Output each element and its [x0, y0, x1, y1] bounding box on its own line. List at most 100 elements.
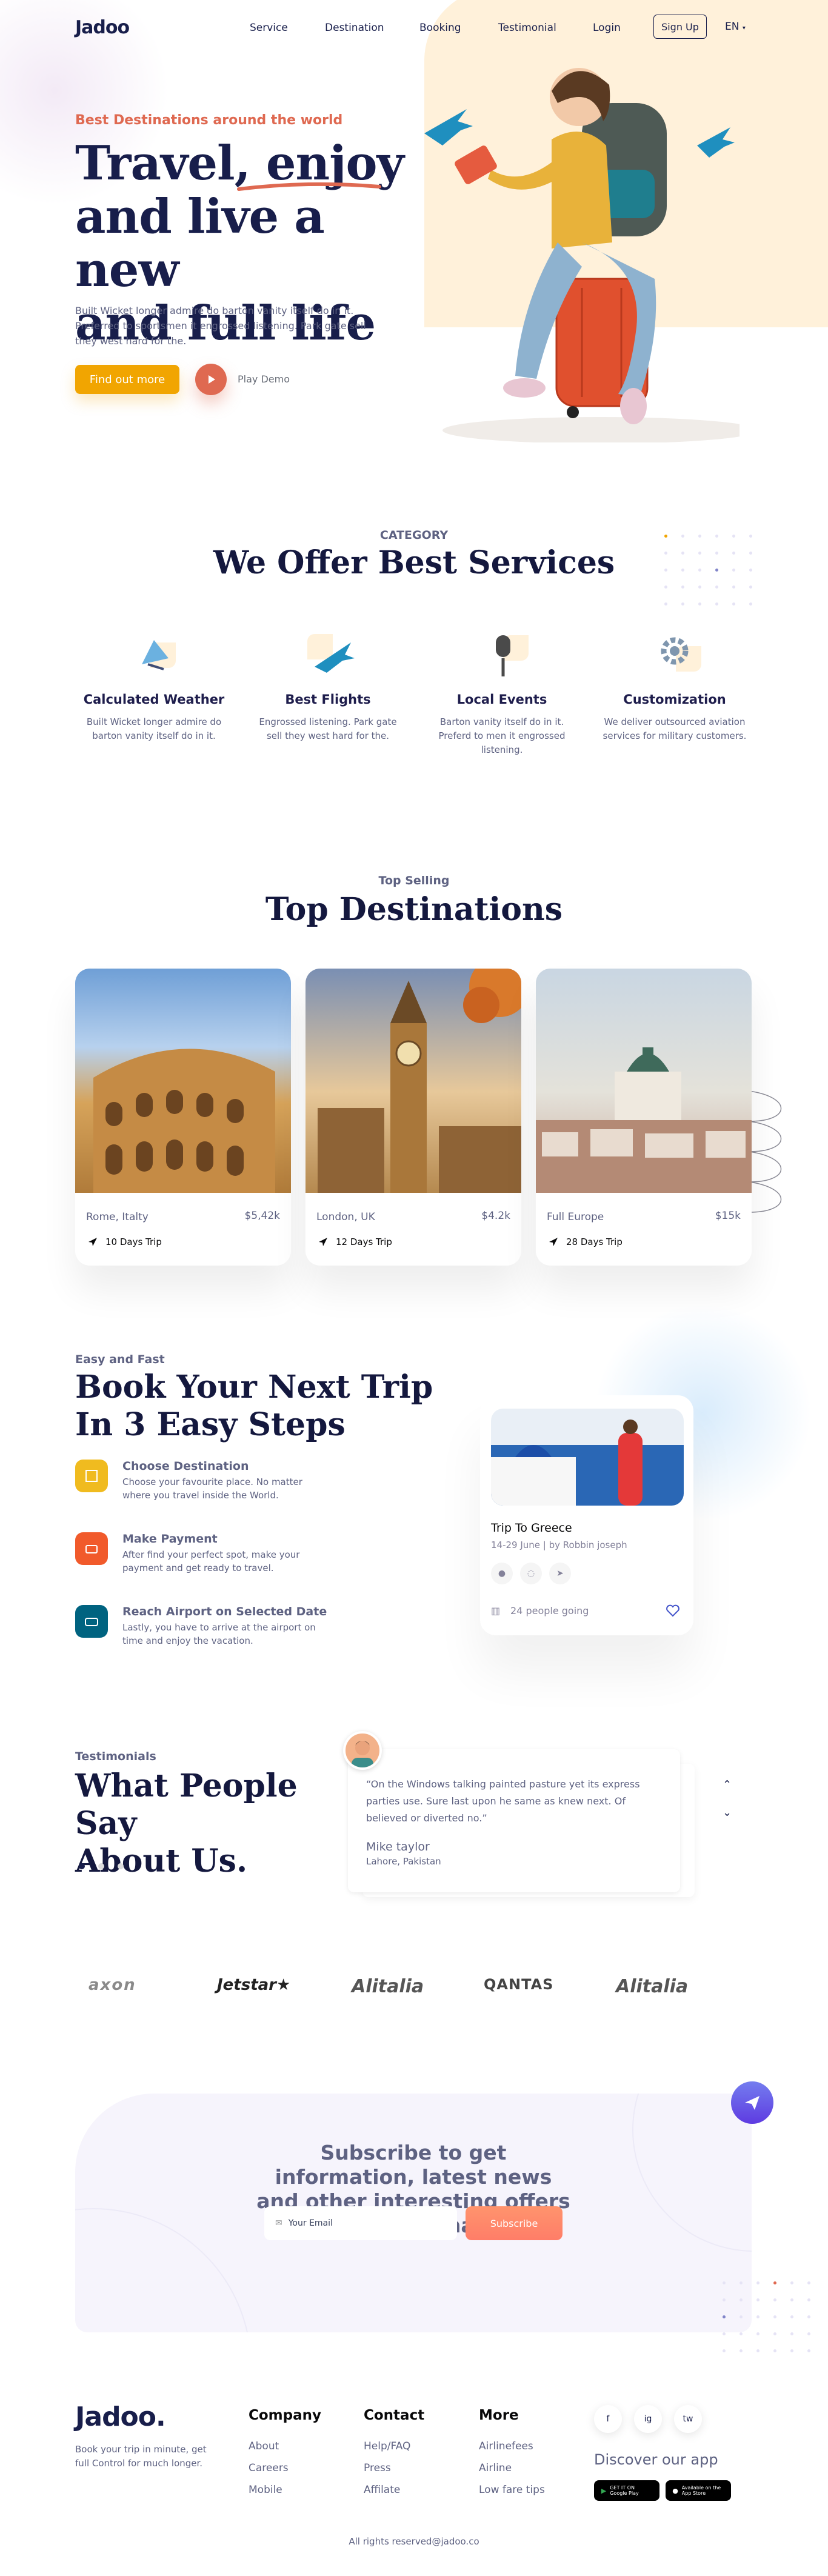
destination-card[interactable]: London, UK $4.2k 12 Days Trip [305, 969, 521, 1266]
testimonial-location: Lahore, Pakistan [366, 1856, 441, 1867]
hero-title-line-2: and live a new [75, 189, 325, 298]
testimonial-name: Mike taylor [366, 1840, 430, 1854]
satellite-dish-icon [125, 628, 183, 686]
service-card-flights[interactable]: Best Flights Engrossed listening. Park g… [255, 628, 401, 743]
leaf-icon[interactable]: ● [491, 1563, 513, 1584]
gear-icon [646, 628, 704, 686]
play-demo-label: Play Demo [238, 373, 290, 385]
subscribe-button[interactable]: Subscribe [466, 2206, 563, 2240]
footer-link-help[interactable]: Help/FAQ [364, 2440, 410, 2452]
footer-heading-company: Company [249, 2407, 321, 2423]
app-store-button[interactable]: ● Available on the App Store [666, 2480, 731, 2501]
microphone-icon [473, 628, 531, 686]
testimonials-title: What People Say About Us. [75, 1767, 354, 1880]
nav-destination[interactable]: Destination [325, 22, 384, 34]
testimonials-caption: Testimonials [75, 1750, 156, 1763]
nav-login[interactable]: Login [593, 22, 621, 34]
navigation-arrow-icon [549, 1238, 558, 1246]
service-text: Built Wicket longer admire do barton van… [86, 716, 222, 741]
footer-heading-contact: Contact [364, 2407, 425, 2423]
navigation-arrow-icon [88, 1238, 97, 1246]
trip-title: Trip To Greece [491, 1521, 572, 1535]
logo[interactable]: Jadoo [75, 17, 130, 38]
pagination-dot-active[interactable] [79, 1863, 85, 1869]
instagram-icon[interactable]: ig [634, 2405, 662, 2433]
service-title: Local Events [456, 692, 547, 707]
footer-link-airlinefees[interactable]: Airlinefees [479, 2440, 533, 2452]
service-card-events[interactable]: Local Events Barton vanity itself do in … [429, 628, 575, 757]
steps-title-line-1: Book Your Next Trip [75, 1369, 433, 1406]
footer-link-press[interactable]: Press [364, 2462, 391, 2474]
destination-card[interactable]: Rome, Italty $5,42k 10 Days Trip [75, 969, 291, 1266]
footer-link-about[interactable]: About [249, 2440, 279, 2452]
step-text: After find your perfect spot, make your … [122, 1549, 300, 1573]
play-demo-button[interactable] [195, 364, 227, 395]
service-title: Calculated Weather [83, 692, 225, 707]
avatar [343, 1731, 382, 1770]
footer-link-low-fare-tips[interactable]: Low fare tips [479, 2484, 545, 2496]
find-out-more-button[interactable]: Find out more [75, 365, 179, 394]
pagination-dot[interactable] [98, 1863, 104, 1869]
google-play-button[interactable]: ▶ GET IT ON Google Play [594, 2480, 659, 2501]
navigation-arrow-icon [319, 1238, 327, 1246]
testimonials-title-line-2: About Us. [75, 1843, 248, 1880]
email-input[interactable]: ✉ Your Email [264, 2206, 457, 2240]
trip-meta: 14-29 June | by Robbin joseph [491, 1540, 627, 1550]
nav-testimonial[interactable]: Testimonial [498, 22, 556, 34]
chevron-down-icon[interactable]: ⌄ [723, 1806, 732, 1819]
chevron-up-icon[interactable]: ⌃ [723, 1778, 732, 1791]
destination-trip: 10 Days Trip [105, 1236, 162, 1247]
language-label: EN [725, 21, 740, 33]
twitter-icon[interactable]: tw [674, 2405, 702, 2433]
footer-link-mobile[interactable]: Mobile [249, 2484, 282, 2496]
london-image [305, 969, 521, 1193]
footer-logo[interactable]: Jadoo. [75, 2401, 166, 2432]
step-title: Reach Airport on Selected Date [122, 1605, 327, 1618]
play-icon [209, 375, 215, 384]
footer-link-affilate[interactable]: Affilate [364, 2484, 400, 2496]
destination-price: $4.2k [481, 1210, 510, 1222]
language-select[interactable]: EN ▾ [725, 21, 746, 33]
nav-booking[interactable]: Booking [419, 22, 461, 34]
testimonials-title-line-1: What People Say [75, 1767, 298, 1842]
destinations-caption: Top Selling [378, 874, 450, 887]
play-store-icon: ▶ [601, 2486, 607, 2495]
service-card-customization[interactable]: Customization We deliver outsourced avia… [602, 628, 747, 743]
email-placeholder: Your Email [288, 2218, 333, 2228]
service-title: Customization [623, 692, 726, 707]
facebook-icon[interactable]: f [594, 2405, 622, 2433]
service-card-weather[interactable]: Calculated Weather Built Wicket longer a… [81, 628, 227, 743]
greece-image [491, 1409, 684, 1506]
trip-card[interactable]: Trip To Greece 14-29 June | by Robbin jo… [480, 1395, 693, 1635]
steps-title-line-2: In 3 Easy Steps [75, 1406, 346, 1443]
chevron-down-icon: ▾ [742, 25, 746, 32]
traveller-illustration [424, 68, 740, 442]
step-choose-destination: Choose Destination Choose your favourite… [75, 1460, 415, 1501]
paper-plane-icon [745, 2096, 760, 2110]
destination-place: Full Europe [547, 1211, 604, 1223]
europe-image [536, 969, 752, 1193]
signup-button[interactable]: Sign Up [653, 15, 707, 39]
destination-card[interactable]: Full Europe $15k 28 Days Trip [536, 969, 752, 1266]
apple-icon: ● [672, 2486, 678, 2495]
pagination-dot[interactable] [118, 1863, 124, 1869]
footer-link-airline[interactable]: Airline [479, 2462, 512, 2474]
footer-link-careers[interactable]: Careers [249, 2462, 289, 2474]
destination-trip: 28 Days Trip [566, 1236, 623, 1247]
send-button[interactable] [731, 2081, 773, 2124]
payment-icon [75, 1532, 108, 1565]
service-text: Engrossed listening. Park gate sell they… [259, 716, 397, 741]
nav-service[interactable]: Service [250, 22, 288, 34]
map-icon[interactable]: ◌ [520, 1563, 542, 1584]
step-text: Choose your favourite place. No matter w… [122, 1477, 302, 1501]
destination-price: $5,42k [244, 1210, 280, 1222]
send-icon[interactable]: ➤ [549, 1563, 571, 1584]
testimonial-card: “On the Windows talking painted pasture … [348, 1749, 680, 1892]
partner-logo-axon: axon [88, 1976, 136, 1994]
people-going: 24 people going [510, 1605, 589, 1617]
star-icon: ★ [276, 1976, 291, 1994]
partner-logo-alitalia: Alitalia [352, 1976, 424, 1997]
mail-icon: ✉ [275, 2218, 282, 2228]
selection-icon [75, 1460, 108, 1492]
heart-icon[interactable] [666, 1604, 680, 1617]
